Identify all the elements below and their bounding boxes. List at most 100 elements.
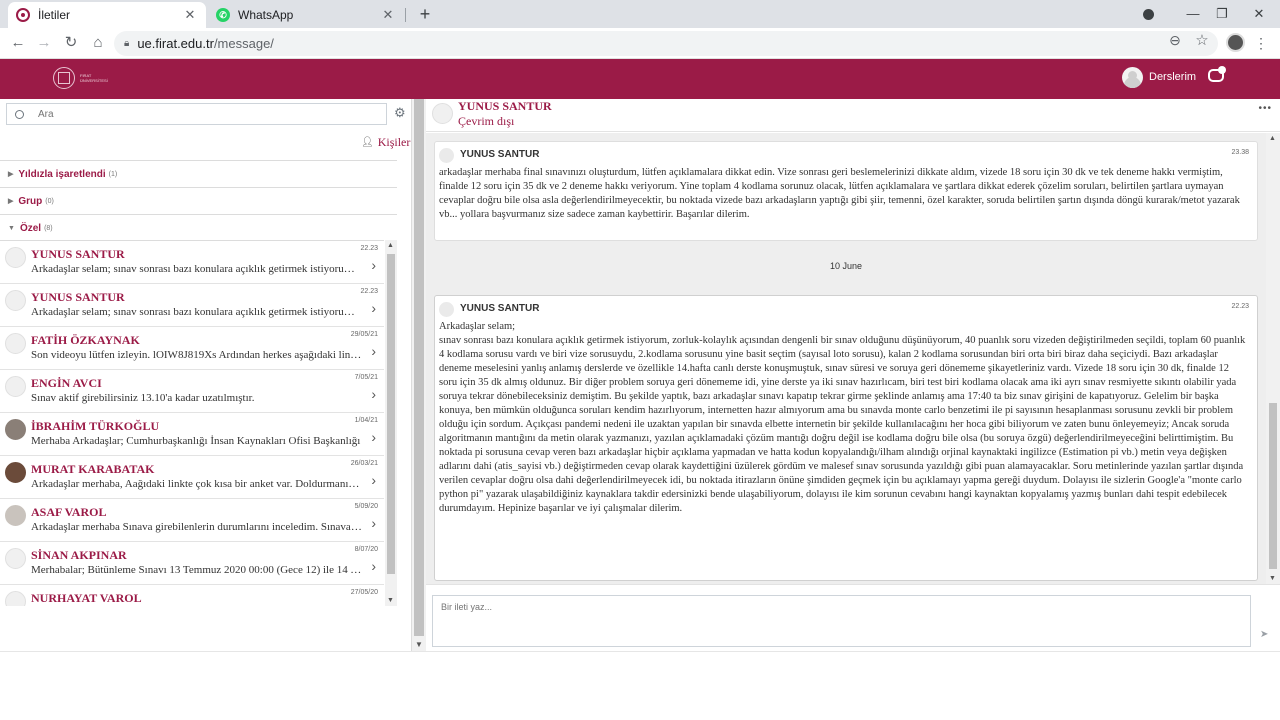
message-thread: YUNUS SANTUR 23.38 arkadaşlar merhaba fi… (426, 133, 1266, 584)
zoom-icon[interactable]: ⊖ (1165, 32, 1185, 50)
close-icon[interactable]: ✕ (182, 7, 198, 23)
menu-dots-icon[interactable]: ⋮ (1254, 32, 1268, 54)
conversation-preview: Arkadaşlar selam; sınav sonrası bazı kon… (31, 263, 362, 275)
avatar (439, 148, 454, 163)
message-item: YUNUS SANTUR 23.38 arkadaşlar merhaba fi… (434, 141, 1258, 241)
conversation-item[interactable]: YUNUS SANTUR 22.23 Arkadaşlar selam; sın… (0, 241, 384, 284)
scroll-up-icon[interactable]: ▲ (1269, 135, 1276, 142)
new-tab-button[interactable]: + (414, 4, 436, 26)
conversation-date: 8/07/20 (354, 546, 378, 553)
message-item: YUNUS SANTUR 22.23 Arkadaşlar selam; sın… (434, 295, 1258, 581)
conversation-preview: Arkadaşlar merhaba, Aağıdaki linkte çok … (31, 478, 362, 490)
browser-tab-bar: İletiler ✕ ✆ WhatsApp ✕ + — ❐ ✕ (0, 0, 1280, 28)
section-count: (1) (108, 170, 118, 178)
conversation-name: ASAF VAROL (31, 505, 107, 519)
url-host: ue.firat.edu.tr (137, 36, 214, 51)
tab-messages[interactable]: İletiler ✕ (8, 2, 206, 28)
search-box (6, 103, 387, 125)
browser-toolbar: ← → ↻ ⌂ 🔒︎ ue.firat.edu.tr/message/ ⊖ ☆ … (0, 28, 1280, 59)
message-time: 22.23 (1231, 303, 1249, 310)
conversation-name: MURAT KARABATAK (31, 462, 155, 476)
bookmark-star-icon[interactable]: ☆ (1192, 31, 1212, 51)
tab-search-icon[interactable] (1133, 4, 1163, 24)
contacts-link[interactable]: 👤︎ Kişiler (361, 135, 410, 150)
chevron-right-icon: › (371, 429, 376, 445)
window-close-button[interactable]: ✕ (1244, 4, 1274, 24)
section-starred[interactable]: ▶ Yıldızla işaretlendi (1) (0, 160, 397, 187)
conversation-date: 29/05/21 (350, 331, 378, 338)
conversation-date: 22.23 (360, 245, 378, 252)
conversation-name: FATİH ÖZKAYNAK (31, 333, 140, 347)
conversation-list-scrollbar[interactable]: ▲ ▼ (385, 240, 397, 606)
whatsapp-favicon-icon: ✆ (216, 8, 230, 22)
forward-arrow-icon[interactable]: → (33, 32, 55, 54)
logo-seal-icon (53, 67, 75, 89)
contact-name[interactable]: YUNUS SANTUR (458, 99, 552, 114)
contacts-label: Kişiler (377, 135, 411, 149)
avatar[interactable] (432, 103, 453, 124)
scrollbar-thumb[interactable] (387, 254, 395, 574)
avatar (5, 462, 26, 483)
send-icon[interactable]: ➤ (1260, 629, 1268, 640)
chevron-right-icon: › (371, 472, 376, 488)
message-header: YUNUS SANTUR 23.38 (435, 142, 1257, 166)
message-time: 23.38 (1231, 149, 1249, 156)
home-icon[interactable]: ⌂ (87, 32, 109, 54)
reload-icon[interactable]: ↻ (60, 32, 82, 54)
conversation-item[interactable]: ASAF VAROL 5/09/20 Arkadaşlar merhaba Sı… (0, 499, 384, 542)
profile-avatar[interactable] (1226, 33, 1245, 52)
maximize-button[interactable]: ❐ (1207, 4, 1237, 24)
message-composer: ➤ (426, 584, 1280, 651)
conversation-item[interactable]: SİNAN AKPINAR 8/07/20 Merhabalar; Bütünl… (0, 542, 384, 585)
chevron-right-icon: › (371, 343, 376, 359)
message-thread-scrollbar[interactable]: ▲ ▼ (1266, 133, 1280, 584)
avatar (5, 376, 26, 397)
conversation-item[interactable]: MURAT KARABATAK 26/03/21 Arkadaşlar merh… (0, 456, 384, 499)
search-input[interactable] (38, 108, 338, 120)
conversation-item[interactable]: FATİH ÖZKAYNAK 29/05/21 Son videoyu lütf… (0, 327, 384, 370)
minimize-button[interactable]: — (1178, 4, 1208, 24)
scrollbar-thumb[interactable] (1269, 403, 1277, 569)
tab-whatsapp[interactable]: ✆ WhatsApp ✕ (208, 2, 404, 28)
search-icon (15, 109, 24, 119)
scroll-up-icon[interactable]: ▲ (387, 242, 394, 249)
conversation-preview: Arkadaşlar merhaba Sınava girebilenlerin… (31, 521, 362, 533)
scroll-down-icon[interactable]: ▼ (1269, 575, 1276, 582)
conversation-date: 27/05/20 (350, 589, 378, 596)
conversation-item[interactable]: İBRAHİM TÜRKOĞLU 1/04/21 Merhaba Arkadaş… (0, 413, 384, 456)
avatar (5, 419, 26, 440)
chevron-right-icon: › (371, 300, 376, 316)
conversation-list: YUNUS SANTUR 22.23 Arkadaşlar selam; sın… (0, 240, 384, 606)
person-icon: 👤︎ (361, 137, 374, 148)
chat-options-icon[interactable]: ••• (1258, 103, 1272, 114)
caret-right-icon: ▶ (8, 171, 14, 178)
scroll-down-icon[interactable]: ▼ (387, 597, 394, 604)
scrollbar-thumb[interactable] (414, 99, 424, 636)
close-icon[interactable]: ✕ (380, 7, 396, 23)
left-panel-scrollbar[interactable]: ▼ (412, 99, 426, 651)
section-count: (0) (45, 197, 54, 205)
user-avatar[interactable] (1122, 67, 1143, 88)
conversation-name: SİNAN AKPINAR (31, 548, 127, 562)
scroll-down-icon[interactable]: ▼ (415, 640, 423, 649)
section-private[interactable]: ▼ Özel (8) (0, 214, 397, 241)
message-body: Arkadaşlar selam; sınav sonrası bazı kon… (439, 321, 1246, 514)
back-arrow-icon[interactable]: ← (7, 32, 29, 54)
university-logo[interactable]: FIRAT ÜNİVERSİTESİ (53, 67, 118, 89)
section-group[interactable]: ▶ Grup (0) (0, 187, 397, 214)
gear-icon[interactable]: ⚙ (394, 105, 406, 121)
avatar (439, 302, 454, 317)
chat-header: YUNUS SANTUR Çevrim dışı ••• (426, 99, 1280, 132)
conversation-date: 7/05/21 (354, 374, 378, 381)
tab-separator (405, 8, 406, 22)
avatar (5, 505, 26, 526)
caret-down-icon: ▼ (8, 224, 15, 232)
address-bar[interactable]: 🔒︎ ue.firat.edu.tr/message/ (114, 31, 1218, 56)
url-path: /message/ (213, 36, 274, 51)
conversation-date: 22.23 (360, 288, 378, 295)
conversation-item[interactable]: ENGİN AVCI 7/05/21 Sınav aktif girebilir… (0, 370, 384, 413)
courses-link[interactable]: Derslerim (1149, 71, 1196, 83)
conversation-item[interactable]: NURHAYAT VAROL 27/05/20 › (0, 585, 384, 606)
message-input[interactable] (432, 595, 1251, 647)
conversation-item[interactable]: YUNUS SANTUR 22.23 Arkadaşlar selam; sın… (0, 284, 384, 327)
